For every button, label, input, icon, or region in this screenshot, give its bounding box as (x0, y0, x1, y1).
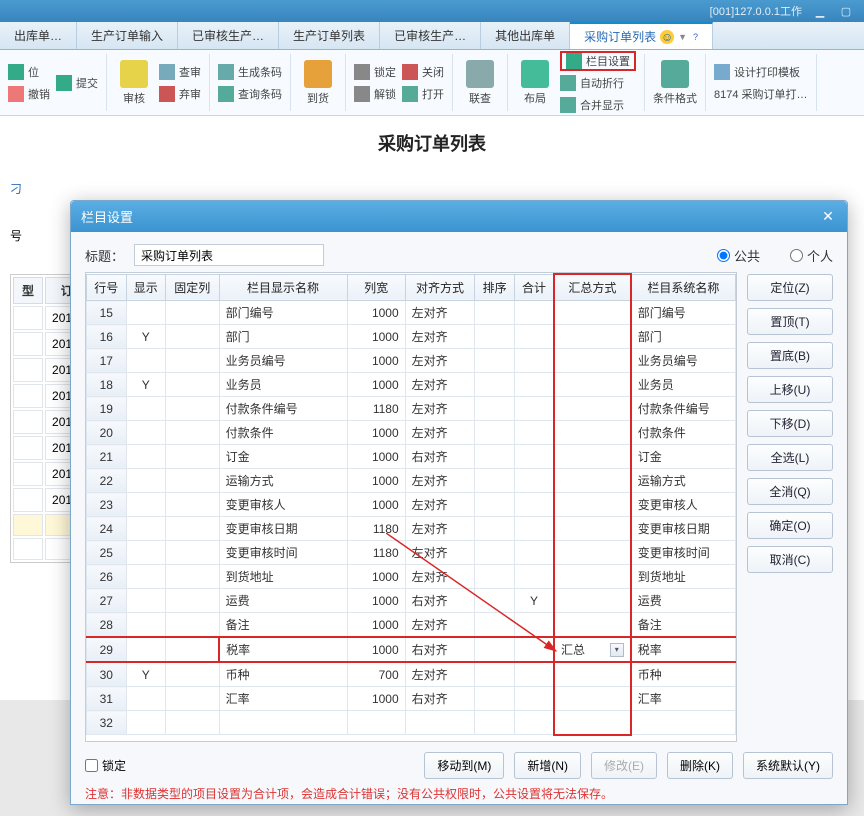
ribbon-design-print[interactable]: 设计打印模板 (714, 62, 808, 82)
tab-3[interactable]: 生产订单列表 (279, 22, 380, 49)
titlebar: [001]127.0.0.1工作 ▁ ▢ (0, 0, 864, 22)
ribbon-close[interactable]: 关闭 (402, 62, 444, 82)
bg-close-link[interactable]: 刁 (10, 182, 22, 196)
table-row[interactable]: 23变更审核人1000左对齐变更审核人 (87, 493, 736, 517)
table-row[interactable]: 29税率1000右对齐汇总▾税率 (87, 637, 736, 662)
table-row[interactable]: 16Y部门1000左对齐部门 (87, 325, 736, 349)
dialog-title: 栏目设置 (81, 207, 133, 226)
foot-button: 修改(E) (591, 752, 657, 779)
main-tabs: 出库单…生产订单输入已审核生产…生产订单列表已审核生产…其他出库单采购订单列表☺… (0, 22, 864, 50)
side-button[interactable]: 定位(Z) (747, 274, 833, 301)
col-header[interactable]: 对齐方式 (405, 274, 475, 301)
side-button[interactable]: 置底(B) (747, 342, 833, 369)
ribbon: 位 撤销 提交 审核 查审 弃审 生成条码 查询条码 到货 锁定 解锁 关闭 打… (0, 50, 864, 116)
ribbon-audit[interactable]: 审核 (115, 60, 153, 106)
ribbon-undo[interactable]: 撤销 (8, 84, 50, 104)
ribbon-unlock[interactable]: 解锁 (354, 84, 396, 104)
tab-1[interactable]: 生产订单输入 (77, 22, 178, 49)
page-title: 采购订单列表 (0, 116, 864, 170)
ribbon-layout[interactable]: 布局 (516, 60, 554, 106)
side-button[interactable]: 确定(O) (747, 512, 833, 539)
col-header[interactable]: 列宽 (347, 274, 405, 301)
table-row[interactable]: 15部门编号1000左对齐部门编号 (87, 301, 736, 325)
table-row[interactable]: 19付款条件编号1180左对齐付款条件编号 (87, 397, 736, 421)
side-button[interactable]: 全选(L) (747, 444, 833, 471)
table-row[interactable]: 27运费1000右对齐Y运费 (87, 589, 736, 613)
ribbon-gen-barcode[interactable]: 生成条码 (218, 62, 282, 82)
warning-note: 注意：非数据类型的项目设置为合计项，会造成合计错误；没有公共权限时，公共设置将无… (85, 785, 833, 802)
ribbon-conditional-fmt[interactable]: 条件格式 (653, 60, 697, 106)
lock-checkbox[interactable]: 锁定 (85, 757, 126, 774)
ribbon-submit[interactable]: 提交 (56, 73, 98, 93)
table-row[interactable]: 18Y业务员1000左对齐业务员 (87, 373, 736, 397)
side-button[interactable]: 上移(U) (747, 376, 833, 403)
ribbon-column-settings[interactable]: 栏目设置 (560, 51, 636, 71)
table-row[interactable]: 22运输方式1000左对齐运输方式 (87, 469, 736, 493)
tab-4[interactable]: 已审核生产… (380, 22, 481, 49)
side-button[interactable]: 全消(Q) (747, 478, 833, 505)
title-host: [001]127.0.0.1工作 (710, 3, 802, 19)
title-input[interactable] (134, 244, 324, 266)
dialog-titlebar: 栏目设置 ✕ (71, 201, 847, 232)
tab-5[interactable]: 其他出库单 (481, 22, 570, 49)
ribbon-merge-display[interactable]: 合并显示 (560, 95, 636, 115)
table-row[interactable]: 20付款条件1000左对齐付款条件 (87, 421, 736, 445)
col-header[interactable]: 合计 (514, 274, 554, 301)
foot-button[interactable]: 新增(N) (514, 752, 581, 779)
column-settings-dialog: 栏目设置 ✕ 标题： 公共 个人 行号显示固定列栏目显示名称列宽对齐方式排序合计… (70, 200, 848, 805)
col-header[interactable]: 栏目系统名称 (631, 274, 736, 301)
ribbon-position[interactable]: 位 (8, 62, 50, 82)
table-row[interactable]: 30Y币种700左对齐币种 (87, 662, 736, 687)
tab-6[interactable]: 采购订单列表☺▼? (570, 22, 713, 49)
ribbon-auto-wrap[interactable]: 自动折行 (560, 73, 636, 93)
radio-personal[interactable]: 个人 (790, 246, 833, 265)
foot-button[interactable]: 删除(K) (667, 752, 733, 779)
ribbon-open[interactable]: 打开 (402, 84, 444, 104)
chevron-down-icon[interactable]: ▾ (610, 643, 624, 657)
side-button[interactable]: 取消(C) (747, 546, 833, 573)
foot-button[interactable]: 系统默认(Y) (743, 752, 833, 779)
minimize-icon[interactable]: ▁ (812, 3, 828, 19)
table-row[interactable]: 25变更审核时间1180左对齐变更审核时间 (87, 541, 736, 565)
side-button[interactable]: 置顶(T) (747, 308, 833, 335)
side-buttons: 定位(Z) 置顶(T) 置底(B) 上移(U) 下移(D) 全选(L) 全消(Q) 确定(O)… (747, 272, 833, 742)
table-row[interactable]: 32 (87, 711, 736, 735)
grid[interactable]: 行号显示固定列栏目显示名称列宽对齐方式排序合计汇总方式栏目系统名称 15部门编号… (85, 272, 737, 742)
table-row[interactable]: 28备注1000左对齐备注 (87, 613, 736, 638)
col-header[interactable]: 显示 (126, 274, 166, 301)
col-header[interactable]: 汇总方式 (554, 274, 631, 301)
foot-button[interactable]: 移动到(M) (424, 752, 504, 779)
ribbon-check-audit[interactable]: 查审 (159, 62, 201, 82)
close-icon[interactable]: ✕ (819, 208, 837, 226)
ribbon-print-item[interactable]: 8174 采购订单打… (714, 84, 808, 104)
table-row[interactable]: 24变更审核日期1180左对齐变更审核日期 (87, 517, 736, 541)
col-header[interactable]: 排序 (475, 274, 515, 301)
restore-icon[interactable]: ▢ (838, 3, 854, 19)
table-row[interactable]: 21订金1000右对齐订金 (87, 445, 736, 469)
col-header[interactable]: 固定列 (166, 274, 220, 301)
ribbon-arrival[interactable]: 到货 (299, 60, 337, 106)
ribbon-lock[interactable]: 锁定 (354, 62, 396, 82)
ribbon-abandon[interactable]: 弃审 (159, 84, 201, 104)
ribbon-query-barcode[interactable]: 查询条码 (218, 84, 282, 104)
title-label: 标题： (85, 246, 124, 265)
table-row[interactable]: 17业务员编号1000左对齐业务员编号 (87, 349, 736, 373)
tab-2[interactable]: 已审核生产… (178, 22, 279, 49)
tab-0[interactable]: 出库单… (0, 22, 77, 49)
side-button[interactable]: 下移(D) (747, 410, 833, 437)
table-row[interactable]: 31汇率1000右对齐汇率 (87, 687, 736, 711)
table-row[interactable]: 26到货地址1000左对齐到货地址 (87, 565, 736, 589)
col-header[interactable]: 栏目显示名称 (219, 274, 347, 301)
ribbon-linked-query[interactable]: 联查 (461, 60, 499, 106)
col-header[interactable]: 行号 (87, 274, 127, 301)
radio-public[interactable]: 公共 (717, 246, 760, 265)
